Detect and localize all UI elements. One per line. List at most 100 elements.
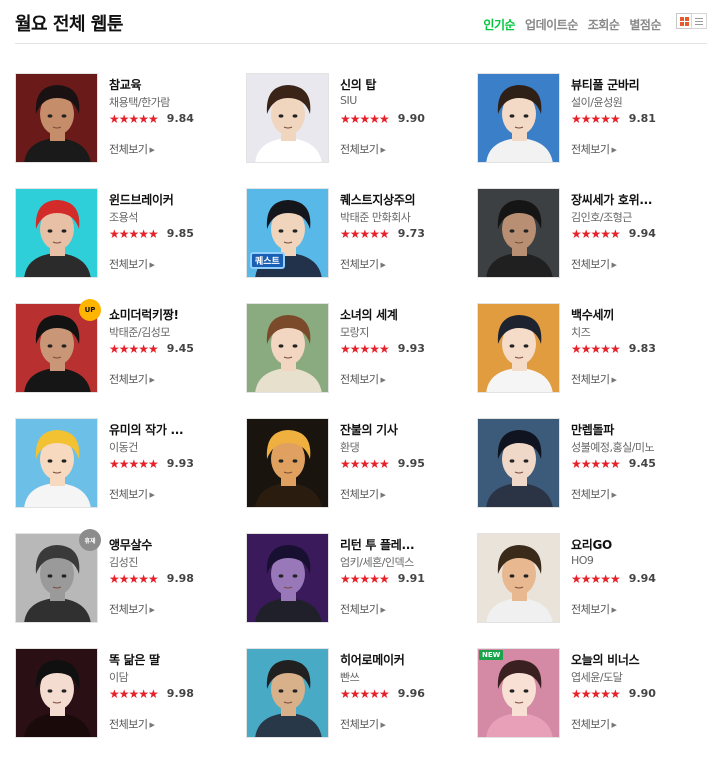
star-rating-icon: ★★★★★ (340, 226, 390, 241)
view-all-link[interactable]: 전체보기 ▶ (109, 141, 155, 157)
new-badge: NEW (479, 650, 504, 660)
view-all-link[interactable]: 전체보기 ▶ (340, 486, 386, 502)
view-all-link[interactable]: 전체보기 ▶ (109, 601, 155, 617)
webtoon-author: 조용석 (109, 211, 138, 224)
webtoon-author: 설이/윤성원 (571, 96, 623, 109)
view-all-link[interactable]: 전체보기 ▶ (340, 256, 386, 272)
webtoon-title[interactable]: 퀘스트지상주의 (340, 191, 415, 208)
webtoon-item: 신의 탑 SIU ★★★★★ 9.90 전체보기 ▶ (246, 73, 466, 163)
view-all-link[interactable]: 전체보기 ▶ (340, 371, 386, 387)
webtoon-thumbnail[interactable] (477, 188, 560, 278)
webtoon-author: 김성진 (109, 556, 138, 569)
webtoon-title[interactable]: 신의 탑 (340, 76, 376, 93)
webtoon-author: 성불예정,홍실/미노 (571, 441, 655, 454)
webtoon-title[interactable]: 유미의 작가 ... (109, 421, 184, 438)
update-badge: UP (79, 299, 101, 321)
arrow-right-icon: ▶ (149, 146, 155, 154)
star-rating-icon: ★★★★★ (340, 341, 390, 356)
webtoon-item: 참교육 채용택/한가람 ★★★★★ 9.84 전체보기 ▶ (15, 73, 235, 163)
webtoon-author: 이동건 (109, 441, 138, 454)
view-all-link[interactable]: 전체보기 ▶ (109, 256, 155, 272)
sort-tab-views[interactable]: 조회순 (588, 16, 620, 33)
rating: ★★★★★ 9.45 (571, 457, 656, 470)
webtoon-author: 김인호/조형근 (571, 211, 632, 224)
star-rating-icon: ★★★★★ (109, 571, 159, 586)
webtoon-item: 퀘스트 퀘스트지상주의 박태준 만화회사 ★★★★★ 9.73 전체보기 ▶ (246, 188, 466, 278)
view-all-label: 전체보기 (571, 488, 610, 501)
rating: ★★★★★ 9.95 (340, 457, 425, 470)
webtoon-title[interactable]: 리턴 투 플레... (340, 536, 415, 553)
webtoon-item: 휴재 앵무살수 김성진 ★★★★★ 9.98 전체보기 ▶ (15, 529, 235, 623)
view-all-link[interactable]: 전체보기 ▶ (109, 716, 155, 732)
view-all-label: 전체보기 (571, 718, 610, 731)
webtoon-thumbnail[interactable] (477, 648, 560, 738)
rating: ★★★★★ 9.90 (340, 112, 425, 125)
webtoon-title[interactable]: 윈드브레이커 (109, 191, 174, 208)
webtoon-author: 채용택/한가람 (109, 96, 170, 109)
rating-score: 9.95 (397, 457, 425, 470)
webtoon-thumbnail[interactable] (246, 418, 329, 508)
view-all-label: 전체보기 (571, 373, 610, 386)
webtoon-thumbnail[interactable] (246, 533, 329, 623)
webtoon-thumbnail[interactable] (477, 303, 560, 393)
view-all-link[interactable]: 전체보기 ▶ (340, 141, 386, 157)
star-rating-icon: ★★★★★ (109, 226, 159, 241)
list-view-button[interactable] (691, 13, 707, 29)
webtoon-title[interactable]: 만렙돌파 (571, 421, 614, 438)
webtoon-title[interactable]: 백수세끼 (571, 306, 614, 323)
rating-score: 9.93 (397, 342, 425, 355)
webtoon-title[interactable]: 요리GO (571, 536, 612, 553)
sort-tab-update[interactable]: 업데이트순 (525, 16, 578, 33)
webtoon-thumbnail[interactable] (15, 648, 98, 738)
view-all-link[interactable]: 전체보기 ▶ (571, 601, 617, 617)
sort-tabs: 인기순 업데이트순 조회순 별점순 (483, 16, 661, 33)
webtoon-title[interactable]: 쇼미더럭키짱! (109, 306, 179, 323)
webtoon-thumbnail[interactable] (15, 418, 98, 508)
webtoon-title[interactable]: 오늘의 비너스 (571, 651, 640, 668)
webtoon-title[interactable]: 히어로메이커 (340, 651, 405, 668)
webtoon-title[interactable]: 장씨세가 호위... (571, 191, 652, 208)
view-all-link[interactable]: 전체보기 ▶ (109, 486, 155, 502)
rating-score: 9.81 (628, 112, 656, 125)
webtoon-thumbnail[interactable] (15, 188, 98, 278)
arrow-right-icon: ▶ (149, 606, 155, 614)
webtoon-author: SIU (340, 94, 357, 107)
star-rating-icon: ★★★★★ (340, 111, 390, 126)
title-logo: 퀘스트 (250, 252, 285, 269)
webtoon-thumbnail[interactable] (477, 73, 560, 163)
rating: ★★★★★ 9.91 (340, 572, 425, 585)
webtoon-thumbnail[interactable] (246, 648, 329, 738)
star-rating-icon: ★★★★★ (571, 456, 621, 471)
webtoon-title[interactable]: 앵무살수 (109, 536, 152, 553)
view-all-label: 전체보기 (109, 143, 148, 156)
webtoon-thumbnail[interactable] (246, 73, 329, 163)
sort-tab-popular[interactable]: 인기순 (483, 16, 515, 33)
sort-tab-rating[interactable]: 별점순 (629, 16, 661, 33)
rating-score: 9.98 (166, 687, 194, 700)
view-all-link[interactable]: 전체보기 ▶ (340, 601, 386, 617)
view-all-link[interactable]: 전체보기 ▶ (571, 716, 617, 732)
webtoon-thumbnail[interactable] (15, 73, 98, 163)
webtoon-title[interactable]: 뷰티풀 군바리 (571, 76, 640, 93)
view-all-link[interactable]: 전체보기 ▶ (109, 371, 155, 387)
rating-score: 9.90 (397, 112, 425, 125)
arrow-right-icon: ▶ (611, 146, 617, 154)
view-all-link[interactable]: 전체보기 ▶ (571, 371, 617, 387)
view-all-link[interactable]: 전체보기 ▶ (571, 256, 617, 272)
star-rating-icon: ★★★★★ (109, 456, 159, 471)
webtoon-thumbnail[interactable] (246, 303, 329, 393)
view-all-label: 전체보기 (109, 373, 148, 386)
rating-score: 9.83 (628, 342, 656, 355)
webtoon-item: 유미의 작가 ... 이동건 ★★★★★ 9.93 전체보기 ▶ (15, 418, 235, 508)
webtoon-title[interactable]: 참교육 (109, 76, 142, 93)
webtoon-title[interactable]: 잔불의 기사 (340, 421, 398, 438)
view-all-link[interactable]: 전체보기 ▶ (571, 141, 617, 157)
webtoon-title[interactable]: 소녀의 세계 (340, 306, 398, 323)
webtoon-title[interactable]: 똑 닮은 딸 (109, 651, 160, 668)
view-all-link[interactable]: 전체보기 ▶ (340, 716, 386, 732)
view-all-link[interactable]: 전체보기 ▶ (571, 486, 617, 502)
grid-view-button[interactable] (676, 13, 692, 29)
webtoon-item: 만렙돌파성불예정,홍실/미노 ★★★★★ 9.45 전체보기 ▶ (477, 418, 697, 508)
webtoon-thumbnail[interactable] (477, 418, 560, 508)
webtoon-thumbnail[interactable] (477, 533, 560, 623)
